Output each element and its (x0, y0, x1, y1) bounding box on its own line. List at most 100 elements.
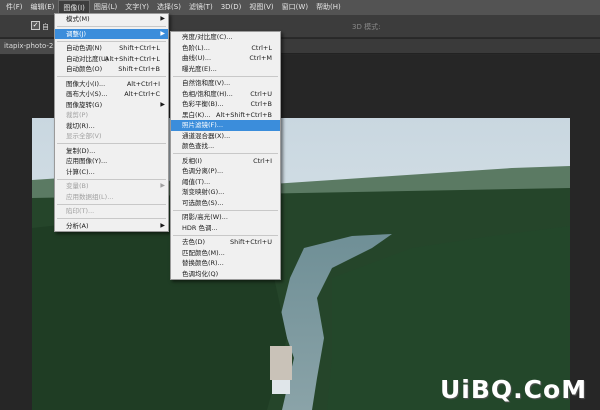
adjust_menu-item-5[interactable]: 自然饱和度(V)... (171, 78, 280, 89)
menu-item-label: 图像大小(I)... (66, 79, 106, 88)
image_menu-item-2[interactable]: 调整(J) ▶ (55, 28, 168, 39)
menu-item-label: 调整(J) (66, 29, 86, 38)
submenu-arrow-icon: ▶ (160, 100, 165, 108)
image_menu-item-4[interactable]: 自动色调(N) Shift+Ctrl+L (55, 43, 168, 54)
menu-item-label: 可选颜色(S)... (182, 198, 224, 207)
image_menu-item-5[interactable]: 自动对比度(U) Alt+Shift+Ctrl+L (55, 54, 168, 65)
menu-item-label: 自动对比度(U) (66, 54, 109, 63)
menu-separator (57, 26, 166, 27)
adjust_menu-item-11[interactable]: 颜色查找... (171, 141, 280, 152)
menu-separator (57, 76, 166, 77)
menu-item-label: 色相/饱和度(H)... (182, 89, 233, 98)
adjustments-submenu: 亮度/对比度(C)... 色阶(L)... Ctrl+L 曲线(U)... Ctrl+M… (170, 31, 281, 280)
menu-0[interactable]: 件(F) (2, 0, 27, 15)
adjust_menu-item-25[interactable]: 色调均化(Q) (171, 269, 280, 280)
submenu-arrow-icon: ▶ (160, 29, 165, 37)
menu-item-label: 变量(B) (66, 182, 89, 190)
adjust_menu-item-19[interactable]: 阴影/高光(W)... (171, 212, 280, 223)
image_menu-item-16[interactable]: 应用图像(Y)... (55, 156, 168, 167)
menu-item-label: 自然饱和度(V)... (182, 79, 231, 87)
adjust_menu-item-22[interactable]: 去色(D) Shift+Ctrl+U (171, 237, 280, 248)
adjust_menu-item-10[interactable]: 通道混合器(X)... (171, 131, 280, 142)
adjust_menu-item-2[interactable]: 曲线(U)... Ctrl+M (171, 53, 280, 64)
image_menu-item-6[interactable]: 自动颜色(O) Shift+Ctrl+B (55, 64, 168, 75)
menu-item-label: 显示全部(V) (66, 132, 102, 140)
image_menu-item-24[interactable]: 分析(A) ▶ (55, 221, 168, 232)
adjust_menu-item-20[interactable]: HDR 色调... (171, 223, 280, 234)
image_menu-item-17[interactable]: 计算(C)... (55, 167, 168, 178)
menu-item-label: 色调分离(P)... (182, 167, 224, 175)
menu-6[interactable]: 滤镜(T) (185, 0, 217, 15)
image_menu-item-22: 陷印(T)... (55, 206, 168, 217)
menu-item-label: 复制(D)... (66, 146, 96, 155)
auto-select-label: 自 (42, 23, 49, 31)
menu-7[interactable]: 3D(D) (217, 0, 246, 15)
submenu-arrow-icon: ▶ (160, 221, 165, 229)
adjust_menu-item-24[interactable]: 替换颜色(R)... (171, 258, 280, 269)
image_menu-item-19: 变量(B) ▶ (55, 181, 168, 192)
menu-separator (173, 153, 278, 154)
image_menu-item-10[interactable]: 图像旋转(G) ▶ (55, 100, 168, 111)
menu-10[interactable]: 帮助(H) (312, 0, 345, 15)
menu-item-label: 陷印(T)... (66, 207, 95, 215)
menu-item-label: 自动颜色(O) (66, 65, 103, 73)
adjust_menu-item-17[interactable]: 可选颜色(S)... (171, 198, 280, 209)
menu-item-label: 反相(I) (182, 156, 202, 165)
menu-item-shortcut: Shift+Ctrl+U (230, 238, 272, 246)
menu-item-label: HDR 色调... (182, 223, 218, 232)
menu-item-label: 黑白(K)... (182, 110, 211, 119)
watermark-logo: UiBQ.CoM (440, 375, 588, 404)
adjust_menu-item-15[interactable]: 阈值(T)... (171, 177, 280, 188)
adjust_menu-item-13[interactable]: 反相(I) Ctrl+I (171, 156, 280, 167)
adjust_menu-item-1[interactable]: 色阶(L)... Ctrl+L (171, 43, 280, 54)
menu-separator (57, 178, 166, 180)
image_menu-item-0[interactable]: 模式(M) ▶ (55, 14, 168, 25)
menu-item-label: 阈值(T)... (182, 177, 211, 186)
menu-item-shortcut: Ctrl+U (250, 89, 272, 98)
menu-item-label: 裁剪(P) (66, 111, 88, 119)
menu-item-label: 色彩平衡(B)... (182, 100, 224, 108)
image_menu-item-12[interactable]: 裁切(R)... (55, 121, 168, 132)
menu-separator (57, 203, 166, 205)
image-menu: 模式(M) ▶ 调整(J) ▶ 自动色调(N) Shift+Ctrl+L 自动对比度(U) A… (54, 13, 169, 232)
menu-item-shortcut: Shift+Ctrl+L (119, 44, 160, 52)
menu-8[interactable]: 视图(V) (245, 0, 277, 15)
menu-item-shortcut: Alt+Ctrl+C (124, 90, 160, 98)
menu-9[interactable]: 窗口(W) (278, 0, 312, 15)
menu-separator (57, 218, 166, 219)
menu-item-label: 渐变映射(G)... (182, 188, 225, 196)
menu-separator (173, 209, 278, 211)
menu-separator (173, 234, 278, 236)
adjust_menu-item-6[interactable]: 色相/饱和度(H)... Ctrl+U (171, 89, 280, 100)
menu-item-shortcut: Ctrl+M (249, 54, 272, 62)
menu-item-label: 颜色查找... (182, 142, 215, 150)
adjust_menu-item-23[interactable]: 匹配颜色(M)... (171, 248, 280, 259)
adjust_menu-item-9[interactable]: 照片滤镜(F)... (171, 120, 280, 131)
adjust_menu-item-3[interactable]: 曝光度(E)... (171, 64, 280, 75)
menu-item-shortcut: Ctrl+B (250, 100, 272, 108)
menu-item-label: 裁切(R)... (66, 121, 95, 130)
menu-separator (173, 75, 278, 77)
menu-item-label: 匹配颜色(M)... (182, 248, 225, 257)
menu-item-label: 通道混合器(X)... (182, 131, 231, 140)
adjust_menu-item-16[interactable]: 渐变映射(G)... (171, 187, 280, 198)
image_menu-item-15[interactable]: 复制(D)... (55, 146, 168, 157)
image_menu-item-8[interactable]: 图像大小(I)... Alt+Ctrl+I (55, 79, 168, 90)
menu-item-label: 曝光度(E)... (182, 64, 217, 73)
image_menu-item-13: 显示全部(V) (55, 131, 168, 142)
menu-item-shortcut: Ctrl+L (251, 43, 272, 52)
menu-separator (57, 143, 166, 144)
menu-item-label: 替换颜色(R)... (182, 259, 224, 267)
adjust_menu-item-14[interactable]: 色调分离(P)... (171, 166, 280, 177)
menu-item-label: 自动色调(N) (66, 44, 102, 52)
adjust_menu-item-8[interactable]: 黑白(K)... Alt+Shift+Ctrl+B (171, 110, 280, 121)
menu-item-label: 照片滤镜(F)... (182, 121, 224, 129)
adjust_menu-item-7[interactable]: 色彩平衡(B)... Ctrl+B (171, 99, 280, 110)
adjust_menu-item-0[interactable]: 亮度/对比度(C)... (171, 32, 280, 43)
menu-item-shortcut: Alt+Shift+Ctrl+B (216, 110, 272, 119)
document-tab[interactable]: itapix-photo-25 (0, 39, 62, 54)
auto-select-checkbox[interactable]: ✓ (31, 21, 40, 30)
menu-item-label: 图像旋转(G) (66, 100, 103, 109)
image_menu-item-9[interactable]: 画布大小(S)... Alt+Ctrl+C (55, 89, 168, 100)
menu-item-label: 阴影/高光(W)... (182, 213, 228, 221)
